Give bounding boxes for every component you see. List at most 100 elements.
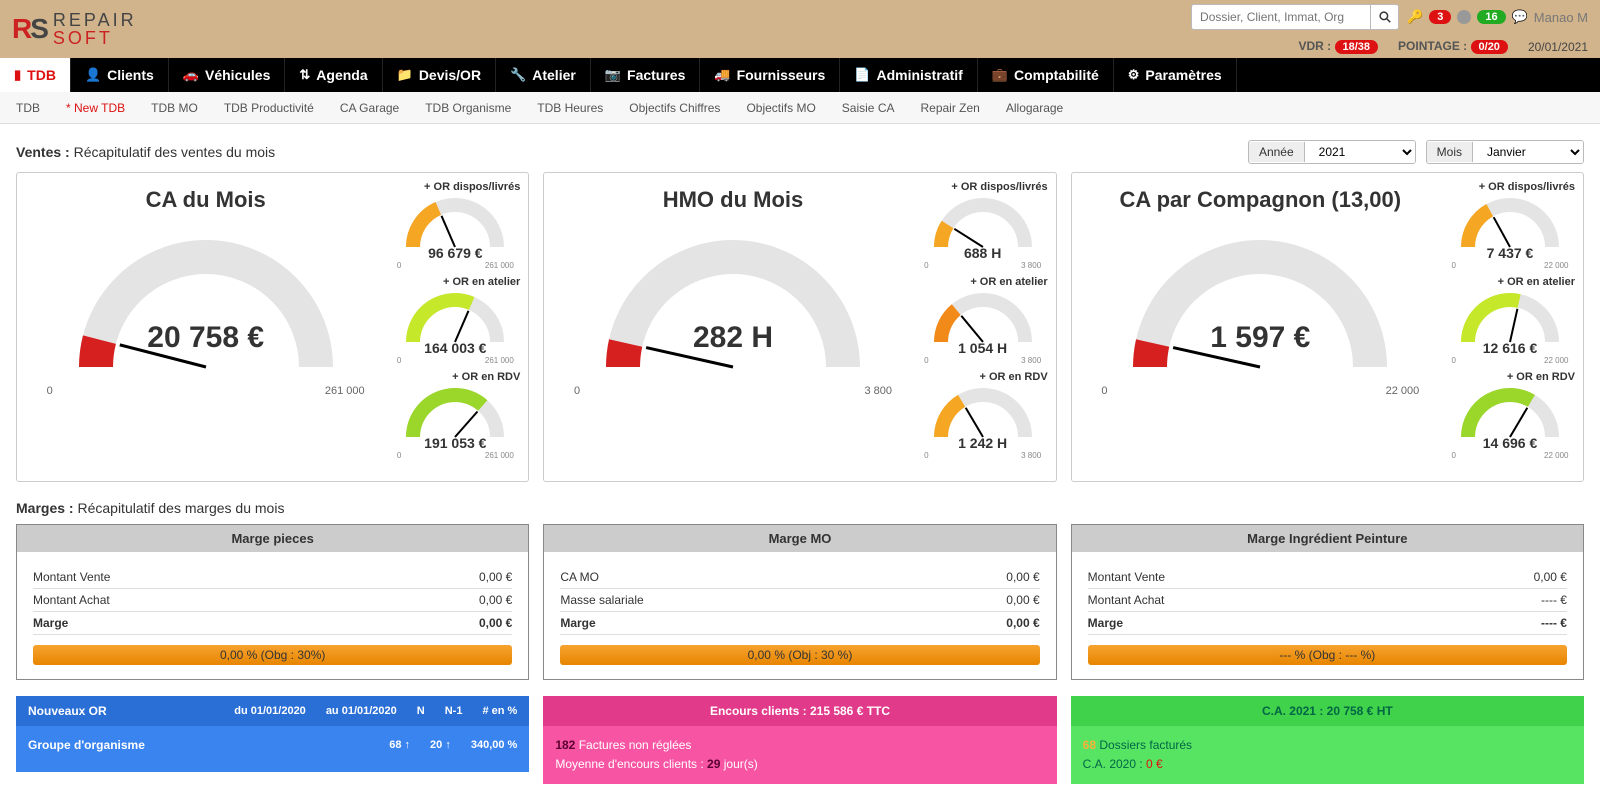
subnav-item[interactable]: TDB MO	[151, 101, 198, 115]
mini-gauge: + OR en atelier 164 003 € 0261 000	[390, 276, 520, 365]
mini-gauge-value: 1 054 H	[958, 340, 1007, 356]
nav-tab-label: Administratif	[876, 67, 962, 83]
nav-tab-factures[interactable]: 📷Factures	[591, 58, 701, 92]
search-button[interactable]	[1371, 4, 1399, 30]
marge-progress-bar: --- % (Obg : --- %)	[1088, 645, 1567, 665]
subnav-item[interactable]: Objectifs Chiffres	[629, 101, 720, 115]
filter-month-select[interactable]: Janvier	[1473, 141, 1583, 163]
gauge-value: 20 758 €	[147, 321, 264, 355]
mini-gauge-value: 688 H	[964, 245, 1001, 261]
mini-gauge-value: 96 679 €	[428, 245, 483, 261]
mini-gauge: + OR en RDV 14 696 € 022 000	[1445, 371, 1575, 460]
stat-blue-head: Nouveaux OR du 01/01/2020 au 01/01/2020 …	[16, 696, 529, 726]
mini-gauge-value: 12 616 €	[1483, 340, 1538, 356]
marge-row: Montant Achat0,00 €	[33, 589, 512, 612]
search-input[interactable]	[1191, 4, 1371, 30]
gauge-card: CA du Mois 20 758 € 0261 000 + OR dispos…	[16, 172, 529, 482]
marges-title: Marges : Récapitulatif des marges du moi…	[16, 500, 284, 516]
nav-tab-label: Factures	[627, 67, 685, 83]
filter-year-select[interactable]: 2021	[1305, 141, 1415, 163]
filter-year: Année 2021	[1248, 140, 1416, 164]
nav-tab-véhicules[interactable]: 🚗Véhicules	[169, 58, 286, 92]
mini-gauge-label: + OR en RDV	[918, 371, 1048, 383]
mini-gauge-scale: 0261 000	[397, 261, 514, 270]
search	[1191, 4, 1399, 30]
mini-gauge-scale: 0261 000	[397, 356, 514, 365]
main-nav: ▮TDB👤Clients🚗Véhicules⇅Agenda📁Devis/OR🔧A…	[0, 58, 1600, 92]
info-icon[interactable]	[1457, 10, 1471, 24]
user-icon: 👤	[85, 67, 101, 83]
nav-tab-tdb[interactable]: ▮TDB	[0, 58, 71, 92]
subnav-item[interactable]: Objectifs MO	[746, 101, 815, 115]
nav-tab-devis/or[interactable]: 📁Devis/OR	[383, 58, 496, 92]
mini-gauge-svg	[400, 288, 510, 348]
nav-tab-atelier[interactable]: 🔧Atelier	[496, 58, 591, 92]
subnav-item[interactable]: * New TDB	[66, 101, 125, 115]
marge-head: Marge Ingrédient Peinture	[1072, 525, 1583, 552]
key-icon[interactable]: 🔑	[1407, 9, 1423, 25]
nav-tab-label: Paramètres	[1145, 67, 1221, 83]
mini-gauge-column: + OR dispos/livrés 96 679 € 0261 000 + O…	[390, 181, 520, 464]
mini-gauge: + OR en RDV 1 242 H 03 800	[918, 371, 1048, 460]
top-status-line: VDR : 18/38 POINTAGE : 0/20 20/01/2021	[1299, 39, 1589, 54]
top-right-controls: 🔑 3 16 💬 Manao M	[1191, 4, 1588, 30]
nav-tab-administratif[interactable]: 📄Administratif	[840, 58, 978, 92]
marge-head: Marge pieces	[17, 525, 528, 552]
gear-icon: ⚙	[1128, 67, 1140, 83]
info-badge: 16	[1477, 10, 1505, 24]
gauge-title: HMO du Mois	[663, 187, 804, 213]
nav-tab-clients[interactable]: 👤Clients	[71, 58, 169, 92]
mini-gauge-value: 7 437 €	[1487, 245, 1534, 261]
marge-cards-row: Marge pieces Montant Vente0,00 €Montant …	[16, 524, 1584, 680]
subnav-item[interactable]: Repair Zen	[920, 101, 979, 115]
mini-gauge-svg	[928, 383, 1038, 443]
ventes-title: Ventes : Récapitulatif des ventes du moi…	[16, 144, 275, 160]
nav-tab-fournisseurs[interactable]: 🚚Fournisseurs	[700, 58, 840, 92]
mini-gauge-label: + OR dispos/livrés	[918, 181, 1048, 193]
filter-month: Mois Janvier	[1426, 140, 1584, 164]
mini-gauge-svg	[400, 383, 510, 443]
subnav-item[interactable]: TDB Heures	[537, 101, 603, 115]
subnav-item[interactable]: TDB	[16, 101, 40, 115]
marge-row: Marge0,00 €	[33, 612, 512, 635]
nav-tab-agenda[interactable]: ⇅Agenda	[285, 58, 382, 92]
gauge-scale: 0261 000	[47, 385, 365, 397]
marge-row: Montant Achat---- €	[1088, 589, 1567, 612]
mini-gauge-scale: 022 000	[1451, 261, 1568, 270]
mini-gauge: + OR en atelier 1 054 H 03 800	[918, 276, 1048, 365]
mini-gauge-svg	[1455, 288, 1565, 348]
gauge-scale: 022 000	[1101, 385, 1419, 397]
stat-card-nouveaux-or[interactable]: Nouveaux OR du 01/01/2020 au 01/01/2020 …	[16, 696, 529, 784]
pointage-badge: 0/20	[1471, 40, 1508, 54]
stat-card-encours[interactable]: Encours clients : 215 586 € TTC 182 Fact…	[543, 696, 1056, 784]
nav-tab-paramètres[interactable]: ⚙ Paramètres	[1114, 58, 1237, 92]
marge-row: Marge---- €	[1088, 612, 1567, 635]
mini-gauge-label: + OR en atelier	[1445, 276, 1575, 288]
subnav-item[interactable]: Allogarage	[1006, 101, 1063, 115]
mini-gauge-scale: 022 000	[1451, 451, 1568, 460]
marge-row: Montant Vente0,00 €	[33, 566, 512, 589]
wrench-icon: 🔧	[510, 67, 526, 83]
marge-row: Montant Vente0,00 €	[1088, 566, 1567, 589]
mini-gauge-label: + OR en RDV	[1445, 371, 1575, 383]
mini-gauge-value: 164 003 €	[424, 340, 486, 356]
mini-gauge-column: + OR dispos/livrés 688 H 03 800 + OR en …	[918, 181, 1048, 464]
subnav-item[interactable]: TDB Productivité	[224, 101, 314, 115]
subnav-item[interactable]: Saisie CA	[842, 101, 895, 115]
stat-card-ca[interactable]: C.A. 2021 : 20 758 € HT 68 Dossiers fact…	[1071, 696, 1584, 784]
subnav-item[interactable]: CA Garage	[340, 101, 399, 115]
main-gauge: CA par Compagnon (13,00) 1 597 € 022 000	[1080, 181, 1441, 464]
nav-tab-comptabilité[interactable]: 💼Comptabilité	[978, 58, 1114, 92]
gauge-card: CA par Compagnon (13,00) 1 597 € 022 000…	[1071, 172, 1584, 482]
mini-gauge-label: + OR en atelier	[918, 276, 1048, 288]
marge-row: Marge0,00 €	[560, 612, 1039, 635]
marge-body: Montant Vente0,00 €Montant Achat---- €Ma…	[1072, 552, 1583, 641]
chat-icon[interactable]: 💬	[1512, 9, 1528, 25]
filter-month-label: Mois	[1427, 142, 1473, 162]
mini-gauge-value: 14 696 €	[1483, 435, 1538, 451]
mini-gauge-svg	[928, 193, 1038, 253]
vdr-label: VDR :	[1299, 39, 1332, 53]
subnav-item[interactable]: TDB Organisme	[425, 101, 511, 115]
user-name[interactable]: Manao M	[1534, 10, 1588, 25]
key-badge: 3	[1429, 10, 1451, 24]
